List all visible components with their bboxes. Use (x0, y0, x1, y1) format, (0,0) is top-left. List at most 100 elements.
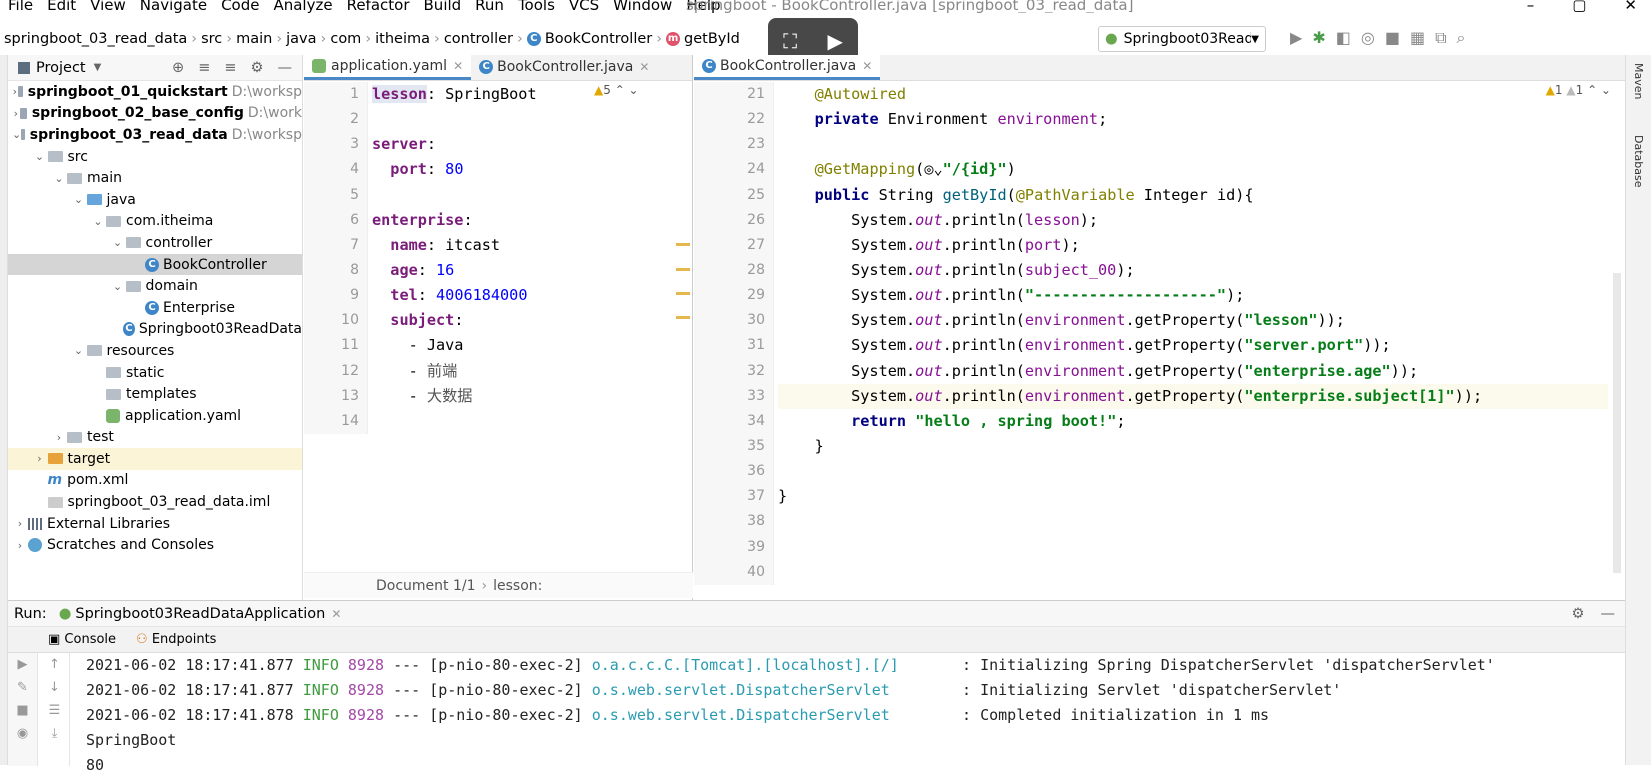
menu-item-view[interactable]: View (90, 0, 126, 13)
tree-item[interactable]: static (8, 362, 302, 384)
breadcrumb-item[interactable]: main (232, 31, 276, 47)
menu-item-refactor[interactable]: Refactor (347, 0, 410, 13)
breadcrumb-item[interactable]: controller (440, 31, 517, 47)
chevron-down-icon[interactable]: ⌄ (12, 128, 21, 141)
menu-item-navigate[interactable]: Navigate (140, 0, 207, 13)
coverage-icon[interactable]: ◧ (1336, 28, 1351, 48)
chevron-down-icon[interactable]: ⌄ (51, 172, 67, 185)
tree-item[interactable]: C Springboot03ReadData (8, 319, 302, 341)
run-configuration-select[interactable]: ● Springboot03ReadDataApplication ▼ (1098, 26, 1266, 52)
tab-console[interactable]: ▣ Console (48, 632, 116, 647)
hide-icon[interactable]: — (278, 60, 293, 76)
profile-icon[interactable]: ◎ (1361, 28, 1375, 48)
tree-item[interactable]: springboot_03_read_data.iml (8, 491, 302, 513)
menu-item-run[interactable]: Run (475, 0, 504, 13)
scroll-up-icon[interactable]: ↑ (40, 657, 69, 672)
tree-item[interactable]: ⌄ main (8, 167, 302, 189)
editor-tab[interactable]: C BookController.java ✕ (694, 55, 881, 80)
tree-item[interactable]: › Scratches and Consoles (8, 534, 302, 556)
breadcrumb-item[interactable]: com (326, 31, 365, 47)
tree-item[interactable]: templates (8, 383, 302, 405)
tree-item[interactable]: › springboot_01_quickstart D:\worksp (8, 81, 302, 103)
close-icon[interactable]: ✕ (453, 59, 463, 73)
tree-item[interactable]: ⌄ resources (8, 340, 302, 362)
tree-item[interactable]: ⌄ springboot_03_read_data D:\worksp (8, 124, 302, 146)
gear-icon[interactable]: ⚙ (1572, 606, 1585, 622)
chevron-right-icon[interactable]: › (12, 107, 20, 120)
expand-all-icon[interactable]: ≡ (224, 60, 236, 76)
database-tool-tab[interactable]: Database (1632, 135, 1645, 188)
locate-icon[interactable]: ⊕ (172, 60, 184, 76)
tree-item[interactable]: ⌄ controller (8, 232, 302, 254)
project-structure-icon[interactable]: ▦ (1410, 28, 1425, 48)
exit-fullscreen-icon[interactable]: ⛶ (783, 29, 797, 53)
chevron-down-icon[interactable]: ⌄ (32, 150, 48, 163)
tree-item[interactable]: ⌄ java (8, 189, 302, 211)
chevron-down-icon[interactable]: ▼ (94, 62, 102, 73)
editor-scrollbar[interactable] (1613, 273, 1621, 573)
tree-item[interactable]: › test (8, 427, 302, 449)
warning-indicator[interactable]: ▲5 ⌃ ⌄ (594, 83, 639, 97)
inspection-indicator[interactable]: ▲1 ▲1 ⌃ ⌄ (1546, 83, 1611, 97)
tree-item[interactable]: application.yaml (8, 405, 302, 427)
breadcrumb-item[interactable]: src (197, 31, 226, 47)
soft-wrap-icon[interactable]: ☰ (40, 703, 69, 718)
scroll-down-icon[interactable]: ↓ (40, 680, 69, 695)
menu-item-build[interactable]: Build (424, 0, 462, 13)
close-icon[interactable]: ✕ (1624, 0, 1637, 13)
maven-tool-tab[interactable]: Maven (1632, 63, 1645, 99)
chevron-right-icon[interactable]: › (51, 431, 67, 444)
yaml-code[interactable]: lesson: SpringBoot server: port: 80 enterp… (372, 82, 537, 434)
rerun-icon[interactable]: ▶ (8, 657, 37, 672)
tab-endpoints[interactable]: ⚇ Endpoints (136, 632, 216, 647)
chevron-down-icon[interactable]: ⌄ (110, 280, 126, 293)
tree-item[interactable]: C Enterprise (8, 297, 302, 319)
tree-item[interactable]: ⌄ com.itheima (8, 211, 302, 233)
menu-item-code[interactable]: Code (221, 0, 259, 13)
tree-item[interactable]: › springboot_02_base_config D:\work (8, 103, 302, 125)
editor-tab[interactable]: application.yaml ✕ (304, 55, 472, 80)
tree-item[interactable]: ⌄ domain (8, 275, 302, 297)
editor-tab[interactable]: C BookController.java ✕ (471, 55, 657, 80)
breadcrumb-item[interactable]: itheima (371, 31, 434, 47)
tree-item[interactable]: C BookController (8, 253, 302, 276)
stop-icon[interactable]: ■ (8, 703, 37, 718)
chevron-right-icon[interactable]: › (12, 539, 28, 552)
collapse-all-icon[interactable]: ≡ (198, 60, 210, 76)
tree-item[interactable]: › External Libraries (8, 513, 302, 535)
close-icon[interactable]: ✕ (639, 60, 649, 74)
console-output[interactable]: 2021-06-02 18:17:41.877 INFO 8928 --- [p… (86, 653, 1495, 778)
chevron-right-icon[interactable]: › (12, 517, 28, 530)
hide-icon[interactable]: — (1601, 606, 1616, 622)
chevron-down-icon[interactable]: ⌄ (90, 215, 106, 228)
debug-icon[interactable]: ✱ (1312, 28, 1325, 48)
picture-in-picture-icon[interactable]: ▶ (827, 29, 842, 53)
menu-item-analyze[interactable]: Analyze (273, 0, 332, 13)
breadcrumb-item[interactable]: m getById (662, 31, 744, 47)
tree-item[interactable]: m pom.xml (8, 470, 302, 492)
breadcrumb-item[interactable]: C BookController (523, 31, 656, 47)
menu-item-edit[interactable]: Edit (47, 0, 76, 13)
maximize-icon[interactable]: ▢ (1572, 0, 1586, 13)
menu-item-window[interactable]: Window (613, 0, 672, 13)
search-icon[interactable]: ⌕ (1457, 28, 1466, 48)
project-panel-title[interactable]: Project (36, 60, 86, 76)
scroll-end-icon[interactable]: ⤓ (40, 726, 69, 741)
menu-item-vcs[interactable]: VCS (569, 0, 599, 13)
chevron-down-icon[interactable]: ⌄ (110, 236, 126, 249)
stop-icon[interactable]: ■ (1385, 28, 1400, 48)
chevron-right-icon[interactable]: › (12, 85, 18, 98)
menu-item-file[interactable]: File (8, 0, 33, 13)
run-icon[interactable]: ▶ (1290, 28, 1302, 48)
close-icon[interactable]: ✕ (331, 607, 341, 621)
menu-item-tools[interactable]: Tools (518, 0, 555, 13)
gear-icon[interactable]: ⚙ (251, 60, 264, 76)
settings-icon[interactable]: ⧉ (1435, 28, 1446, 48)
wrench-icon[interactable]: ✎ (8, 680, 37, 695)
chevron-right-icon[interactable]: › (32, 452, 48, 465)
chevron-down-icon[interactable]: ⌄ (71, 344, 87, 357)
camera-icon[interactable]: ◉ (8, 726, 37, 741)
breadcrumb-item[interactable]: springboot_03_read_data (0, 31, 191, 47)
run-tab[interactable]: Springboot03ReadDataApplication (75, 606, 325, 622)
minimize-icon[interactable]: – (1527, 0, 1535, 13)
